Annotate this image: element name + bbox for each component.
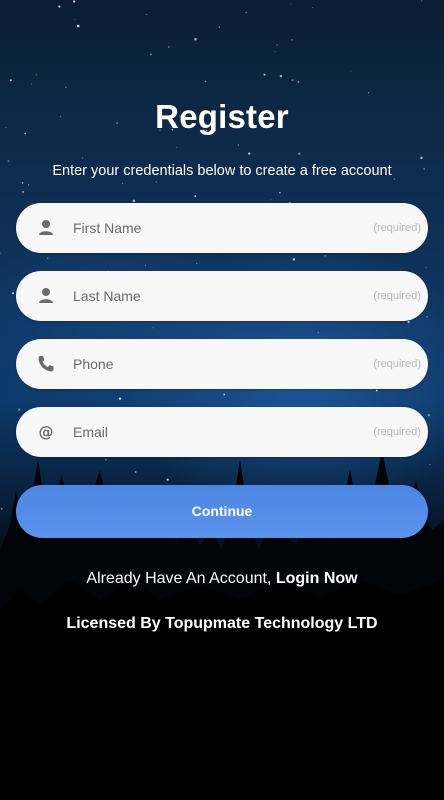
star [196,262,198,264]
star [58,5,61,8]
star [9,79,12,82]
star [204,80,207,83]
star [46,257,49,259]
star [146,13,148,15]
star [350,70,352,72]
star [407,320,410,324]
star [76,24,80,28]
star [145,264,147,266]
star [421,0,423,2]
star [298,152,301,155]
star [324,255,326,257]
star [290,3,292,5]
star [22,191,24,193]
email-field[interactable]: @ Email (required) [16,407,428,457]
at-sign-icon: @ [39,423,54,441]
star [21,182,24,184]
phone-placeholder: Phone [73,356,114,372]
star [248,152,251,155]
star [426,316,428,318]
phone-field[interactable]: Phone (required) [16,339,428,389]
email-placeholder: Email [73,424,109,440]
person-icon [39,288,53,303]
star [237,144,240,146]
star [312,7,314,9]
star [7,160,10,163]
required-hint: (required) [373,222,421,234]
star [121,182,124,185]
star [118,397,122,400]
star [74,18,76,20]
star [223,393,226,396]
star [35,74,37,76]
first-name-placeholder: First Name [73,220,142,236]
svg-text:@: @ [39,423,54,441]
star [291,79,294,82]
star [27,184,30,186]
person-icon [39,220,53,235]
continue-button[interactable]: Continue [16,485,428,538]
star [420,156,423,160]
star [194,195,197,197]
star [65,86,67,88]
page-title: Register [155,98,289,135]
required-hint: (required) [373,358,421,370]
star [17,408,21,411]
star [155,181,157,183]
star [82,157,84,159]
star [176,147,177,149]
star [152,327,154,329]
login-now-link[interactable]: Login Now [276,570,358,587]
page-subtitle: Enter your credentials below to create a… [52,163,392,179]
star [245,11,247,14]
star [73,0,76,3]
login-prompt-text: Already Have An Account, [86,570,272,587]
star [292,258,296,261]
star [149,53,152,56]
star [11,292,15,295]
last-name-placeholder: Last Name [73,288,141,304]
star [279,192,281,194]
last-name-field[interactable]: Last Name (required) [16,271,428,321]
star [291,38,293,41]
star [279,74,283,78]
star [276,44,278,46]
star [263,73,266,76]
star [194,37,197,41]
phone-icon [38,356,54,372]
star [297,81,300,83]
star [270,199,272,201]
star [367,92,370,94]
star [132,199,136,203]
star [0,252,1,255]
login-prompt-line: Already Have An Account, Login Now [0,570,444,588]
required-hint: (required) [373,426,421,438]
star [167,46,170,48]
star [425,267,427,268]
star [274,51,276,53]
star [427,414,431,417]
star [375,389,378,392]
first-name-field[interactable]: First Name (required) [16,203,428,253]
required-hint: (required) [373,290,421,302]
star [30,83,32,85]
star [218,26,220,28]
star [317,331,319,334]
license-text: Licensed By Topupmate Technology LTD [66,615,378,632]
